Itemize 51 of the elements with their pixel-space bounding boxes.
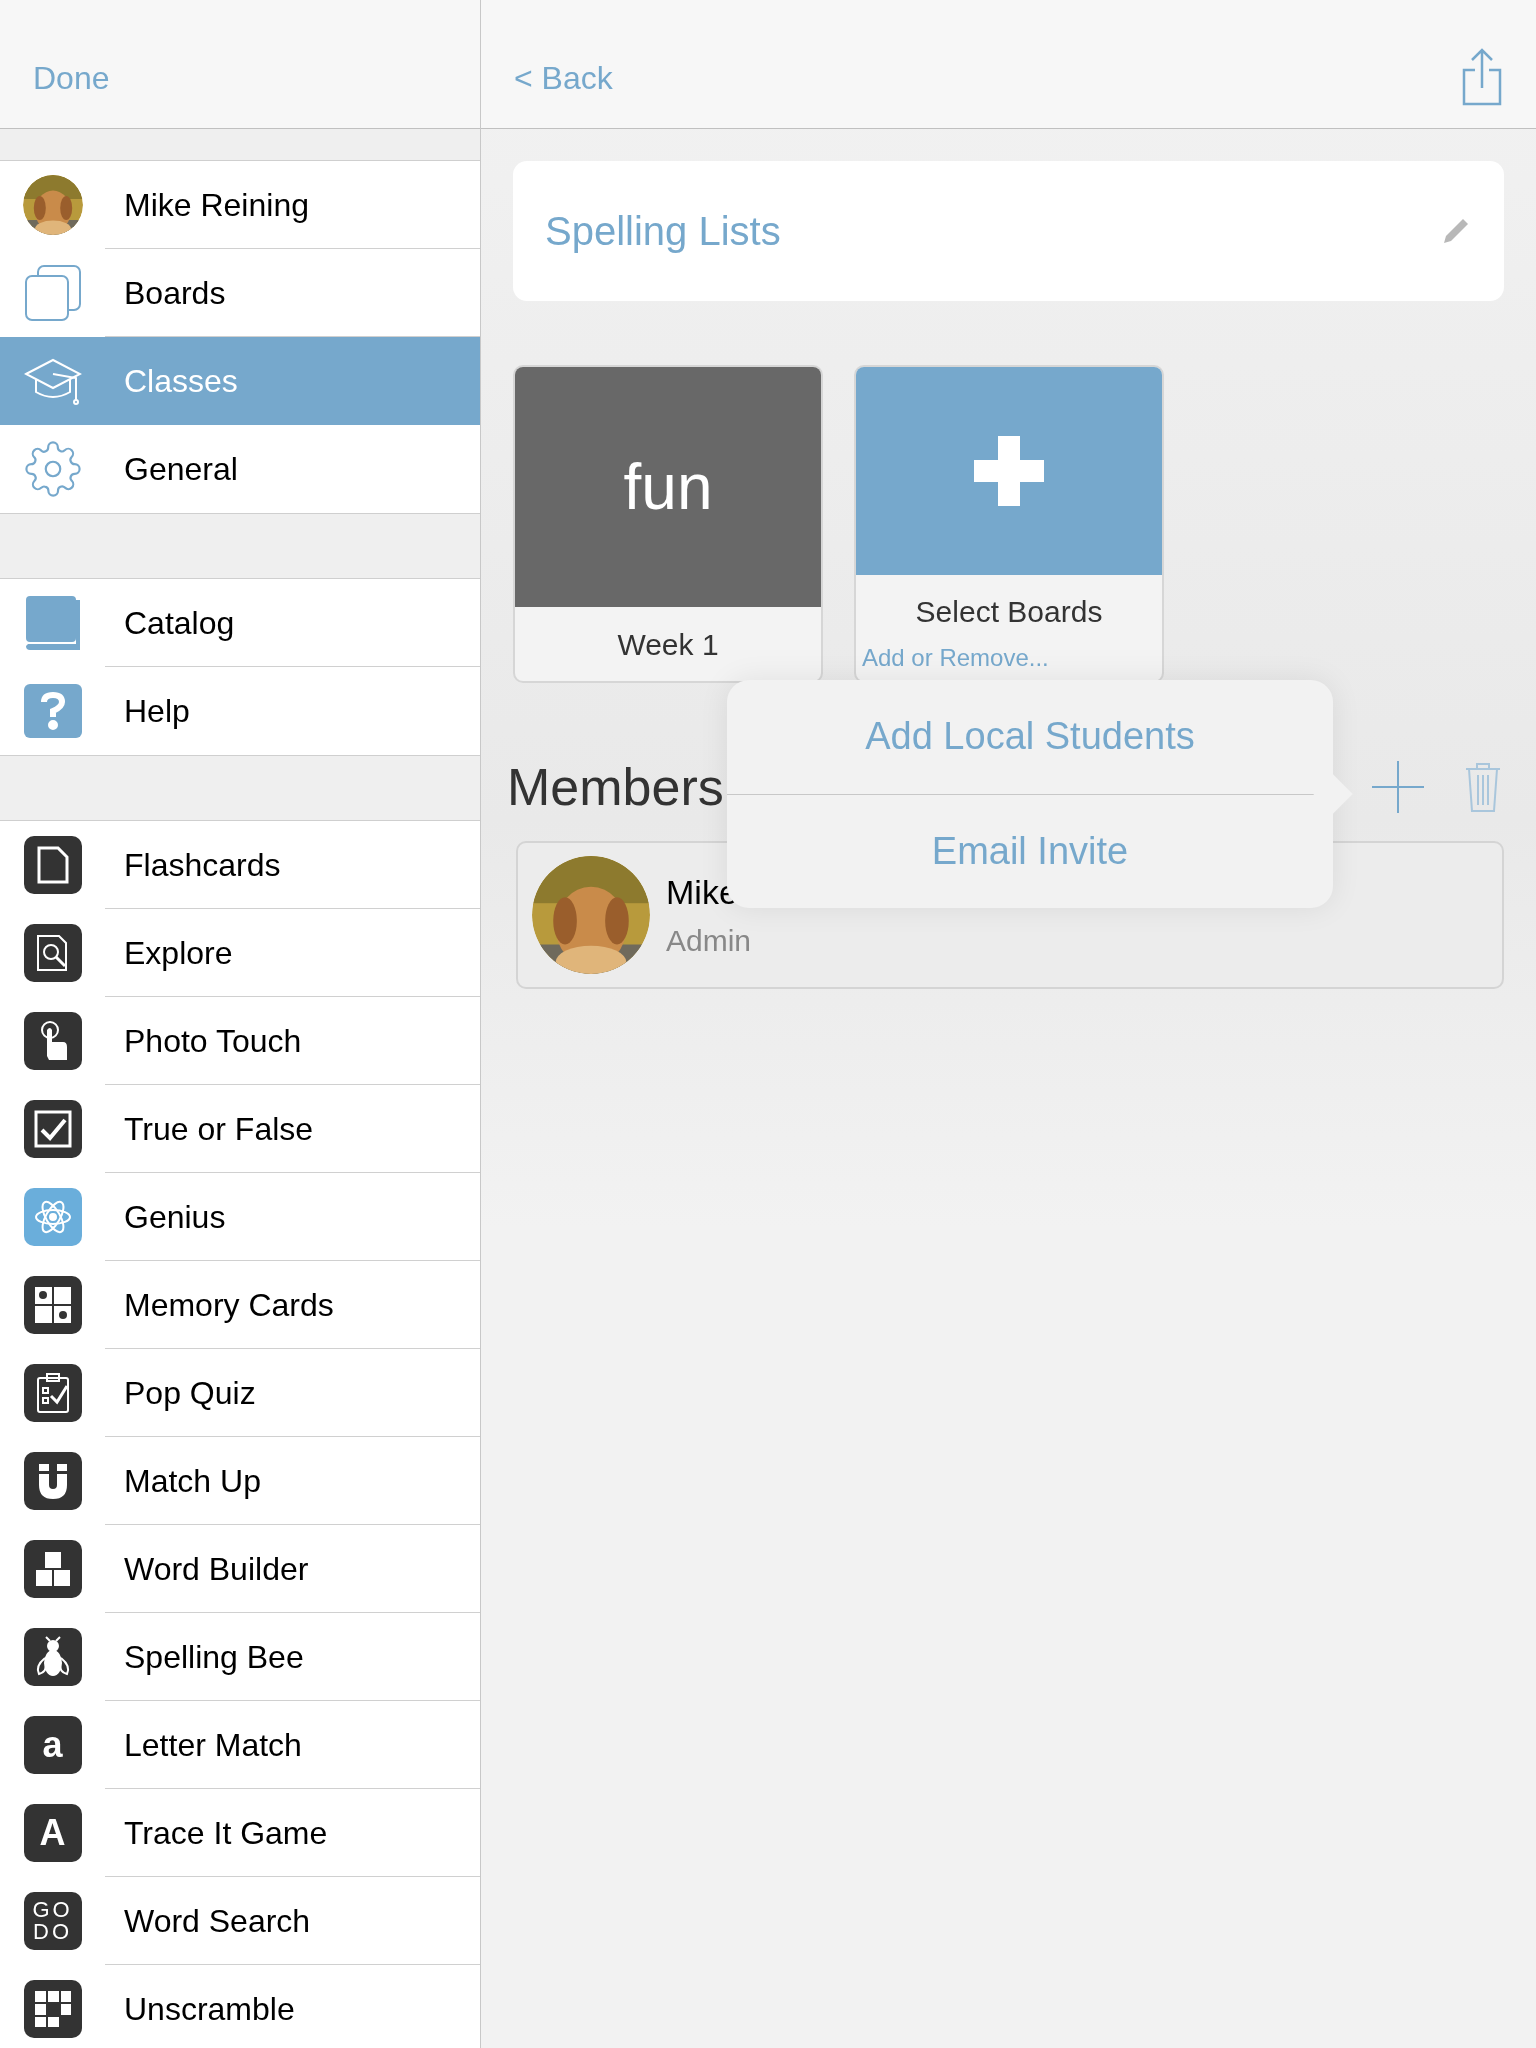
board-title: fun [623,450,713,525]
atom-icon [23,1188,82,1246]
board-tile[interactable]: fun Week 1 [513,365,823,683]
magnifier-icon [23,924,82,982]
members-heading: Members [507,757,724,818]
page-icon [23,836,82,894]
sidebar-item[interactable]: Unscramble [0,1965,480,2048]
sidebar-item[interactable]: Help [0,667,480,755]
sidebar-item[interactable]: GO DO Word Search [0,1877,480,1965]
sidebar-item[interactable]: Memory Cards [0,1261,480,1349]
sidebar-item[interactable]: Spelling Bee [0,1613,480,1701]
sidebar-item[interactable]: Genius [0,1173,480,1261]
sidebar-item[interactable]: General [0,425,480,513]
sidebar-item[interactable]: Mike Reining [0,161,480,249]
bee-icon [23,1628,82,1686]
sidebar-item[interactable]: Match Up [0,1437,480,1525]
sidebar-item[interactable]: Explore [0,909,480,997]
magnet-icon [23,1452,82,1510]
sidebar-item[interactable]: a Letter Match [0,1701,480,1789]
checkbox-icon [23,1100,82,1158]
sidebar-item[interactable]: Pop Quiz [0,1349,480,1437]
clipboard-icon [23,1364,82,1422]
sidebar-item[interactable]: A Trace It Game [0,1789,480,1877]
letter-icon: A [23,1804,82,1862]
book-icon [23,594,82,652]
cards-icon [23,264,82,322]
trash-icon[interactable] [1464,761,1502,813]
board-label: Week 1 [617,626,719,663]
graduation-cap-icon [23,356,82,406]
grid-icon [23,1980,82,2038]
blocks-icon [23,1540,82,1598]
class-name: Spelling Lists [545,208,781,255]
help-icon [23,684,82,738]
sidebar-item[interactable]: Flashcards [0,821,480,909]
tile-title: Select Boards [914,594,1104,630]
letter-icon: a [23,1716,82,1774]
add-icon[interactable] [1372,761,1424,813]
letters-icon: GO DO [23,1892,82,1950]
share-icon[interactable] [1461,48,1503,106]
sidebar-item[interactable]: True or False [0,1085,480,1173]
sidebar-item[interactable]: Photo Touch [0,997,480,1085]
sidebar-item[interactable]: Word Builder [0,1525,480,1613]
select-boards-tile[interactable]: Select Boards Add or Remove... [854,365,1164,683]
tile-subtitle: Add or Remove... [862,643,1050,673]
settings-icon [23,440,82,498]
sidebar-item[interactable]: Boards [0,249,480,337]
sidebar-item[interactable]: Catalog [0,579,480,667]
grid-icon [23,1276,82,1334]
member-role: Admin [666,923,752,959]
hand-icon [23,1012,82,1070]
plus-icon [974,436,1044,506]
